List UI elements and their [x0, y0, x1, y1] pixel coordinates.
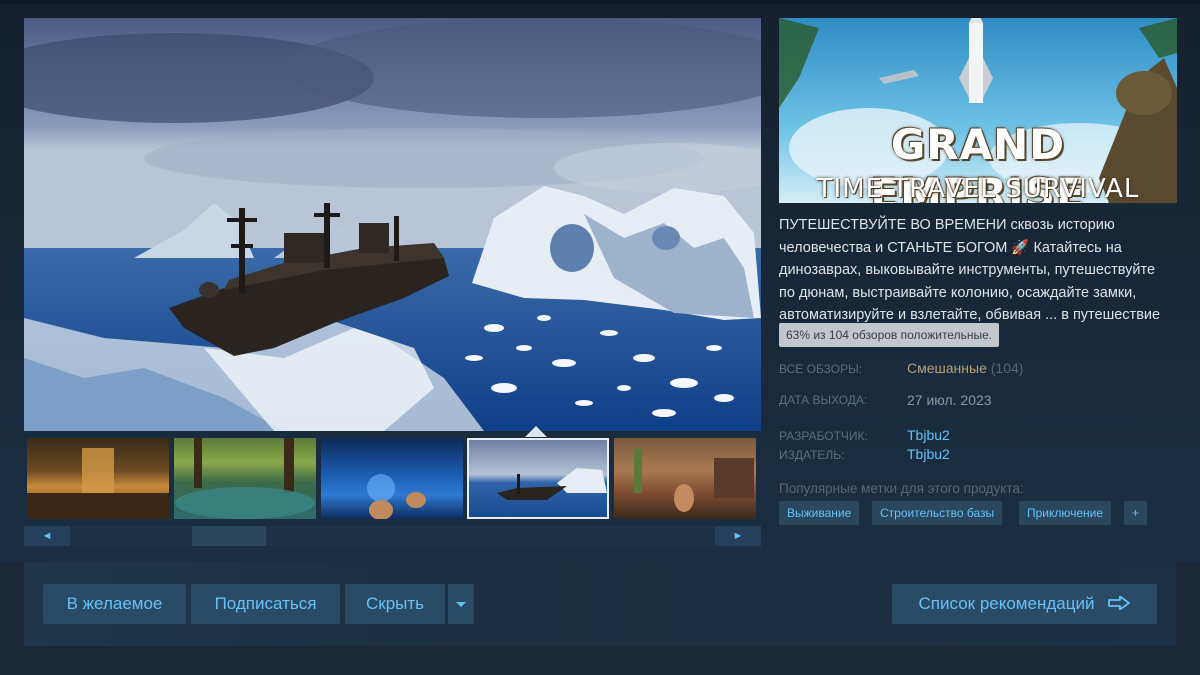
- tag-add-more-button[interactable]: +: [1124, 501, 1148, 525]
- thumbnail-5[interactable]: [614, 438, 756, 519]
- action-bar: В желаемое Подписаться Скрыть Список рек…: [24, 562, 1176, 646]
- ignore-dropdown-button[interactable]: [448, 584, 474, 624]
- top-edge: [0, 0, 1200, 4]
- release-date: 27 июл. 2023: [907, 392, 992, 408]
- arrow-right-icon: [1108, 596, 1131, 611]
- thumbnail-1[interactable]: [27, 438, 169, 519]
- right-arrow-icon: ►: [732, 530, 744, 542]
- wishlist-button[interactable]: В желаемое: [43, 584, 186, 624]
- review-tooltip: 63% из 104 обзоров положительные.: [779, 323, 1000, 347]
- main-screenshot[interactable]: [24, 18, 761, 431]
- tag-survival[interactable]: Выживание: [779, 501, 860, 525]
- tags-label: Популярные метки для этого продукта:: [779, 481, 1024, 496]
- left-arrow-icon: ◄: [41, 530, 53, 542]
- game-capsule-image: GRAND EMPRISE TIME TRAVEL SURVIVAL: [779, 18, 1177, 203]
- release-date-label: ДАТА ВЫХОДА:: [779, 393, 868, 407]
- chevron-down-icon: [456, 602, 466, 608]
- tag-base-building[interactable]: Строительство базы: [872, 501, 1003, 525]
- thumbnail-3[interactable]: [321, 438, 463, 519]
- thumbnail-scrollbar[interactable]: ◄ ►: [24, 526, 761, 546]
- publisher-label: ИЗДАТЕЛЬ:: [779, 448, 845, 462]
- developer-link[interactable]: Tbjbu2: [907, 427, 950, 443]
- scroll-right-button[interactable]: ►: [715, 526, 761, 546]
- scroll-left-button[interactable]: ◄: [24, 526, 70, 546]
- scrollbar-handle[interactable]: [192, 526, 266, 546]
- thumbnail-2[interactable]: [174, 438, 316, 519]
- review-summary-text[interactable]: Смешанные: [907, 360, 987, 376]
- ignore-button[interactable]: Скрыть: [345, 584, 445, 624]
- tag-adventure[interactable]: Приключение: [1019, 501, 1112, 525]
- thumbnail-4[interactable]: [467, 438, 609, 519]
- review-count: (104): [990, 360, 1024, 376]
- capsule-subtitle: TIME TRAVEL SURVIVAL: [816, 174, 1140, 203]
- developer-label: РАЗРАБОТЧИК:: [779, 429, 868, 443]
- selected-thumbnail-pointer: [525, 426, 547, 437]
- thumbnail-strip: [24, 438, 761, 519]
- follow-button[interactable]: Подписаться: [191, 584, 340, 624]
- publisher-link[interactable]: Tbjbu2: [907, 446, 950, 462]
- discovery-queue-button[interactable]: Список рекомендаций: [892, 584, 1157, 624]
- reviews-label: ВСЕ ОБЗОРЫ:: [779, 362, 863, 376]
- discovery-queue-label: Список рекомендаций: [918, 594, 1095, 613]
- reviews-summary[interactable]: Смешанные (104): [907, 360, 1023, 376]
